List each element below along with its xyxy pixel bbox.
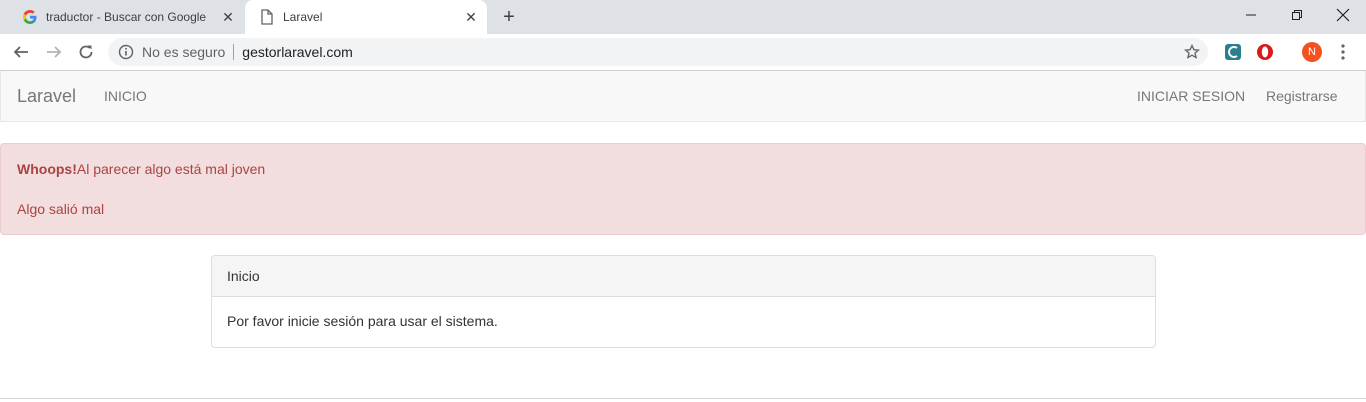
back-icon[interactable]	[9, 40, 33, 64]
url-text[interactable]: gestorlaravel.com	[242, 44, 353, 60]
tab-laravel[interactable]: Laravel ✕	[245, 0, 487, 34]
panel-heading: Inicio	[212, 256, 1155, 297]
tab-strip: traductor - Buscar con Google ✕ Laravel …	[0, 0, 1366, 34]
avatar[interactable]: N	[1302, 42, 1322, 62]
reload-icon[interactable]	[74, 40, 98, 64]
google-icon	[22, 9, 38, 25]
opera-extension-icon[interactable]	[1255, 42, 1275, 62]
browser-toolbar: No es seguro gestorlaravel.com	[0, 34, 1366, 71]
alert-detail: Algo salió mal	[17, 201, 105, 217]
forward-icon[interactable]	[42, 40, 66, 64]
tab-google-search[interactable]: traductor - Buscar con Google ✕	[8, 0, 244, 34]
address-bar[interactable]: No es seguro gestorlaravel.com	[108, 38, 1208, 66]
error-alert: Whoops!Al parecer algo está mal joven Al…	[0, 143, 1366, 235]
site-navbar: Laravel INICIO INICIAR SESION Registrars…	[0, 71, 1366, 122]
panel-body: Por favor inicie sesión para usar el sis…	[227, 313, 498, 329]
close-window-icon[interactable]	[1320, 0, 1366, 30]
minimize-icon[interactable]	[1228, 0, 1274, 30]
divider	[233, 44, 235, 60]
close-icon[interactable]: ✕	[463, 9, 479, 25]
alert-title: Whoops!	[17, 161, 77, 177]
tab-title: traductor - Buscar con Google	[46, 10, 207, 24]
star-icon[interactable]	[1183, 43, 1201, 60]
nav-link-login[interactable]: INICIAR SESION	[1137, 88, 1245, 104]
nav-link-register[interactable]: Registrarse	[1266, 88, 1338, 104]
restore-icon[interactable]	[1274, 0, 1320, 30]
tab-title: Laravel	[283, 10, 323, 24]
info-icon[interactable]	[118, 44, 134, 60]
home-panel: Inicio Por favor inicie sesión para usar…	[211, 255, 1156, 348]
divider	[0, 398, 1366, 399]
brand-link[interactable]: Laravel	[17, 86, 76, 107]
extension-icon[interactable]	[1223, 42, 1243, 62]
security-label[interactable]: No es seguro	[142, 44, 225, 60]
alert-message-line: Whoops!Al parecer algo está mal joven	[17, 161, 265, 177]
close-icon[interactable]: ✕	[220, 9, 236, 25]
new-tab-icon[interactable]: +	[499, 6, 519, 28]
menu-icon[interactable]	[1333, 42, 1353, 62]
document-icon	[259, 9, 275, 25]
alert-message: Al parecer algo está mal joven	[76, 161, 266, 177]
nav-link-home[interactable]: INICIO	[104, 88, 147, 104]
